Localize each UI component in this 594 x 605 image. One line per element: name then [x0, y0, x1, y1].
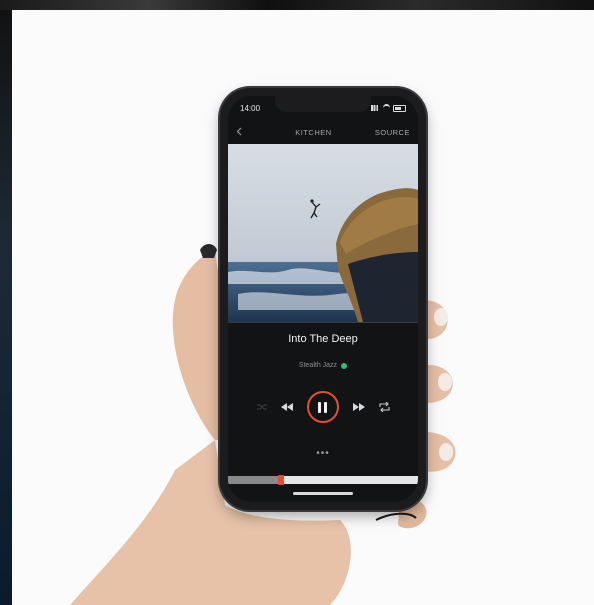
next-button[interactable] [352, 403, 365, 411]
chevron-left-icon [236, 127, 242, 136]
pause-icon [318, 401, 327, 413]
room-title[interactable]: KITCHEN [295, 128, 331, 137]
more-options-button[interactable]: ••• [228, 448, 418, 459]
album-art [228, 144, 418, 322]
phone-screen: 14:00 KITCHEN SOURCE Into The Deep Steal… [228, 96, 418, 502]
status-icons [371, 104, 406, 112]
track-title: Into The Deep [288, 333, 358, 345]
online-indicator-icon [341, 362, 348, 369]
battery-icon [393, 104, 406, 112]
wifi-icon [383, 104, 390, 112]
play-pause-button[interactable] [306, 391, 339, 423]
track-progress-line [228, 322, 418, 323]
signal-icon [371, 105, 380, 111]
playback-controls [228, 390, 418, 424]
status-time: 14:00 [240, 103, 261, 113]
source-button[interactable]: SOURCE [375, 128, 410, 137]
volume-slider[interactable] [228, 475, 418, 485]
volume-handle[interactable] [278, 475, 285, 485]
track-artist-row: Stealth Jazz [228, 362, 418, 369]
repeat-button[interactable] [378, 402, 390, 412]
fast-forward-icon [352, 403, 365, 411]
shuffle-button[interactable] [256, 403, 267, 411]
rewind-icon [280, 403, 293, 411]
back-button[interactable] [236, 125, 252, 139]
previous-button[interactable] [280, 403, 293, 411]
status-bar: 14:00 [240, 102, 406, 114]
shuffle-icon [256, 404, 267, 410]
repeat-icon [378, 402, 390, 412]
volume-fill [228, 476, 282, 484]
home-indicator [293, 492, 353, 495]
track-artist: Stealth Jazz [298, 362, 338, 369]
nav-bar: KITCHEN SOURCE [236, 124, 410, 140]
